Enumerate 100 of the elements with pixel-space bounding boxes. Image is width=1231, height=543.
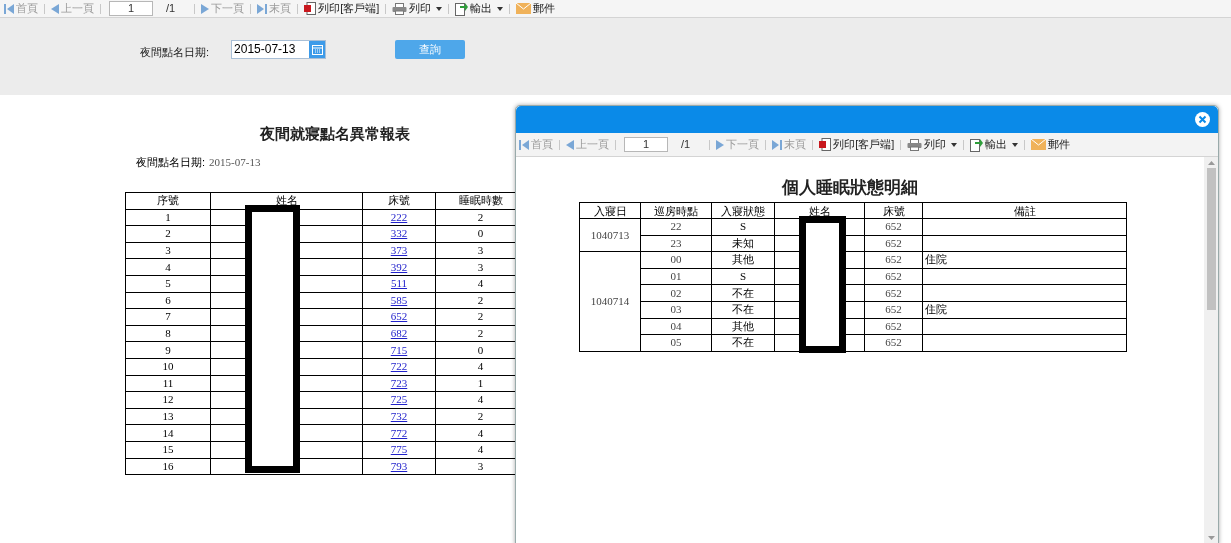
bed-number-link[interactable]: 793 [390,459,408,472]
page-total: /1 [681,137,691,153]
table-cell: 652 [864,334,923,352]
page-total: /1 [166,1,176,17]
export-button[interactable]: 輸出 [969,136,1020,153]
mail-button[interactable]: 郵件 [515,0,557,17]
client-print-button[interactable]: 列印[客戶端] [303,0,381,17]
table-cell: 652 [864,251,923,269]
scroll-up-icon [1207,161,1215,165]
table-cell: 6 [125,292,211,309]
table-cell: S [711,268,775,285]
table-cell: 23 [640,235,712,252]
last-page-icon [772,139,783,150]
table-cell: 2 [125,225,211,243]
table-cell: 04 [640,318,712,335]
close-icon [1195,112,1210,127]
page-number-field[interactable]: 1 [109,1,153,16]
bed-number-link[interactable]: 652 [390,310,408,323]
table-cell: 1 [125,209,211,226]
caret-icon [436,6,443,11]
bed-number-link[interactable]: 222 [390,210,408,223]
table-cell: 05 [640,334,712,352]
table-cell: 16 [125,458,211,475]
next-icon [201,3,210,14]
table-cell: 其他 [711,251,775,269]
table-cell: 02 [640,284,712,302]
table-cell: 00 [640,251,712,269]
bed-number-link[interactable]: 715 [390,343,408,356]
table-cell: 不在 [711,301,775,319]
dialog-report-title: 個人睡眠狀態明細 [782,178,919,198]
table-cell: 3 [125,242,211,259]
bed-number-link[interactable]: 511 [390,277,408,290]
document-icon [819,138,832,151]
bed-number-link[interactable]: 772 [390,426,408,439]
bed-number-link[interactable]: 732 [390,410,408,422]
page-number-field[interactable]: 1 [624,137,668,152]
scroll-thumb[interactable] [1206,168,1216,310]
table-cell: S [711,218,775,236]
table-cell: 652 [864,284,923,302]
export-button[interactable]: 輸出 [454,0,505,17]
client-print-button[interactable]: 列印[客戶端] [818,136,896,153]
bed-number-link[interactable]: 392 [390,260,408,273]
calendar-icon [311,44,323,55]
table-cell: 15 [125,441,211,458]
scrollbar[interactable] [1204,157,1218,543]
envelope-icon [516,3,532,14]
table-cell-text: 住院 [924,253,947,266]
previous-icon [566,139,574,150]
bed-number-link[interactable]: 682 [390,327,408,340]
bed-number-link[interactable]: 373 [390,244,408,257]
caret-icon [951,142,958,147]
table-cell: 9 [125,341,211,359]
column-header: 入寢狀態 [711,202,775,219]
export-icon [970,137,984,152]
table-cell: 13 [125,408,211,425]
printer-icon [907,138,923,151]
table-cell: 652 [864,301,923,319]
table-cell: 14 [125,424,211,442]
report-title: 夜間就寢點名異常報表 [260,125,410,144]
first-page-icon [4,3,14,14]
table-cell: 不在 [711,334,775,352]
bed-number-link[interactable]: 332 [390,227,408,240]
table-cell: 652 [864,235,923,252]
table-cell: 01 [640,268,712,285]
table-cell: 22 [640,218,712,236]
bed-number-link[interactable]: 723 [390,376,408,389]
last-page-icon [257,3,268,14]
date-label: 夜間點名日期: [140,45,210,60]
caret-icon [1012,142,1019,147]
mail-button[interactable]: 郵件 [1030,136,1072,153]
column-header: 巡房時點 [640,202,712,219]
close-button[interactable] [1195,112,1210,127]
report-date: 2015-07-13 [209,154,261,170]
table-cell: 1040714 [579,251,641,352]
table-cell: 652 [864,218,923,236]
column-header: 床號 [362,192,436,210]
table-cell: 7 [125,308,211,326]
table-cell: 11 [125,375,211,392]
table-cell: 4 [125,258,211,276]
column-header: 入寢日 [579,202,641,219]
scroll-down-icon [1207,536,1215,540]
table-cell: 12 [125,391,211,409]
print-button[interactable]: 列印 [906,136,959,153]
bed-number-link[interactable]: 725 [390,393,408,406]
bed-number-link[interactable]: 775 [390,443,408,456]
table-cell: 10 [125,358,211,376]
table-cell: 不在 [711,284,775,302]
table-cell: 652 [864,318,923,335]
print-button[interactable]: 列印 [391,0,444,17]
previous-icon [51,3,59,14]
column-header: 備註 [922,202,1127,219]
table-cell: 其他 [711,318,775,335]
table-cell: 03 [640,301,712,319]
bed-number-link[interactable]: 722 [390,360,408,373]
table-cell: 5 [125,275,211,293]
date-field[interactable]: 2015-07-13 [231,40,327,59]
column-header: 序號 [125,192,211,210]
envelope-icon [1031,139,1047,150]
first-page-icon [519,139,529,150]
bed-number-link[interactable]: 585 [390,293,408,306]
